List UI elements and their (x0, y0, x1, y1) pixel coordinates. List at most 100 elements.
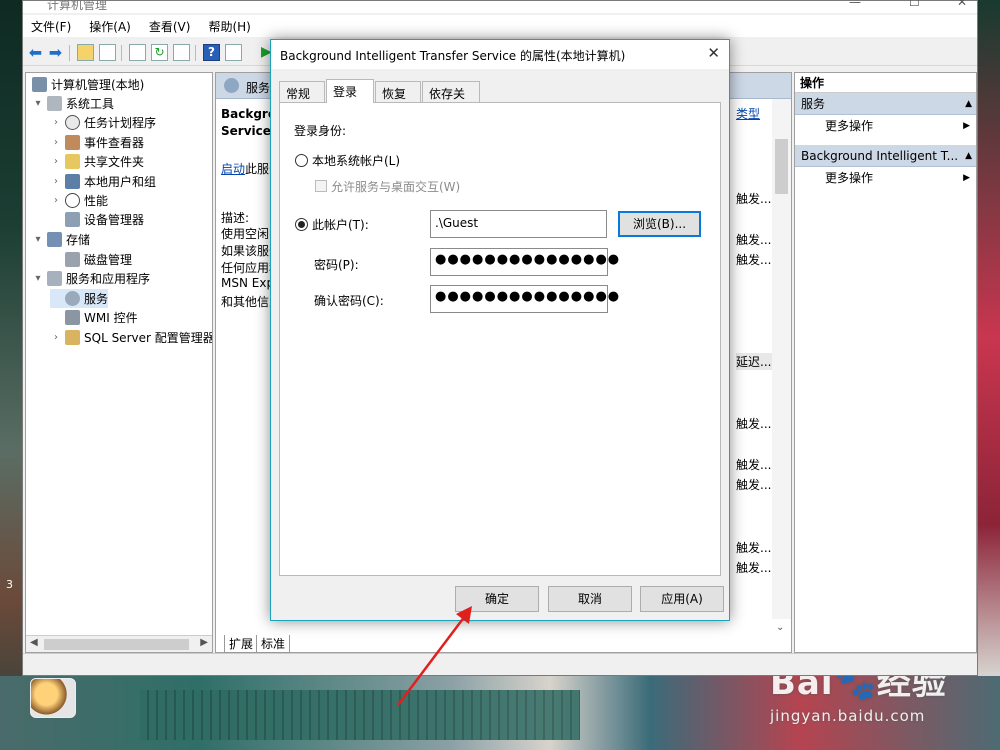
local-system-label[interactable]: 本地系统帐户(L) (312, 152, 400, 169)
tab-extended[interactable]: 扩展 (224, 635, 259, 653)
tree-item-sql-server[interactable]: › SQL Server 配置管理器 (50, 328, 212, 347)
maximize-button[interactable]: ☐ (909, 0, 920, 9)
scroll-down-icon[interactable]: ⌄ (776, 622, 784, 633)
startup-type-cell: 触发... (736, 458, 772, 472)
export-list-icon[interactable] (173, 44, 190, 61)
more-actions-bits[interactable]: 更多操作 ▶ (795, 167, 976, 189)
tab-recovery[interactable]: 恢复 (375, 81, 421, 102)
desktop-background-left (0, 0, 22, 750)
scroll-thumb[interactable] (44, 639, 189, 650)
gear-icon (224, 78, 239, 93)
toolbar-separator (195, 45, 196, 61)
dialog-titlebar: Background Intelligent Transfer Service … (271, 40, 729, 69)
expand-icon[interactable]: ▾ (32, 234, 44, 245)
scroll-left-icon[interactable]: ◀ (30, 637, 38, 648)
tab-dependencies[interactable]: 依存关系 (422, 81, 480, 118)
tools-icon (47, 96, 62, 111)
chevron-right-icon[interactable]: › (50, 137, 62, 148)
tab-general[interactable]: 常规 (279, 81, 325, 102)
status-bar (23, 653, 977, 675)
refresh-icon[interactable]: ↻ (151, 44, 168, 61)
tree-item-wmi-control[interactable]: WMI 控件 (50, 308, 138, 327)
actions-pane: 操作 服务 ▲ 更多操作 ▶ Background Intelligent T.… (794, 72, 977, 653)
local-system-radio[interactable] (295, 154, 308, 167)
actions-title: 操作 (795, 73, 976, 93)
event-log-icon (65, 135, 80, 150)
startup-type-cell: 触发... (736, 561, 772, 575)
collapse-up-icon[interactable]: ▲ (965, 145, 972, 166)
startup-type-cell: 延迟... (736, 353, 772, 370)
tree-horizontal-scrollbar[interactable]: ◀ ▶ (26, 635, 212, 652)
description-line: MSN Exp (221, 276, 275, 290)
cancel-button[interactable]: 取消 (548, 586, 632, 612)
chevron-right-icon[interactable]: › (50, 156, 62, 167)
startup-type-cell: 触发... (736, 541, 772, 555)
tree-item-computer-management[interactable]: 计算机管理(本地) (28, 75, 144, 94)
password-input[interactable]: ●●●●●●●●●●●●●●● (430, 248, 619, 276)
chevron-right-icon[interactable]: › (50, 332, 62, 343)
menu-file[interactable]: 文件(F) (31, 18, 71, 35)
tree-item-services-applications[interactable]: ▾ 服务和应用程序 (32, 269, 150, 288)
confirm-password-label: 确认密码(C): (314, 294, 384, 308)
device-manager-icon (65, 212, 80, 227)
column-header-startup-type[interactable]: 类型 (736, 105, 760, 122)
tree-item-storage[interactable]: ▾ 存储 (32, 230, 90, 249)
confirm-password-input[interactable]: ●●●●●●●●●●●●●●● (430, 285, 619, 313)
forward-arrow-icon[interactable]: ➡ (47, 44, 64, 61)
more-actions-services[interactable]: 更多操作 ▶ (795, 115, 976, 137)
properties-icon[interactable] (129, 44, 146, 61)
this-account-radio[interactable] (295, 218, 308, 231)
services-vertical-scrollbar[interactable]: ⌄ (772, 99, 791, 633)
close-button[interactable]: ✕ (957, 0, 967, 9)
tree-item-device-manager[interactable]: 设备管理器 (50, 210, 144, 229)
browse-button[interactable]: 浏览(B)... (618, 211, 701, 237)
menu-action[interactable]: 操作(A) (89, 18, 131, 35)
chevron-right-icon[interactable]: › (50, 176, 62, 187)
actions-section-bits[interactable]: Background Intelligent T... ▲ (795, 145, 976, 167)
minimize-button[interactable]: — (849, 0, 861, 9)
computer-icon (32, 77, 47, 92)
storage-icon (47, 232, 62, 247)
account-input[interactable]: .\Guest (430, 210, 607, 238)
toolbar-separator (69, 45, 70, 61)
show-tree-icon[interactable] (99, 44, 116, 61)
chevron-right-icon[interactable]: › (50, 195, 62, 206)
action-pane-icon[interactable] (225, 44, 242, 61)
dialog-close-icon[interactable]: ✕ (707, 44, 720, 62)
dialog-title: Background Intelligent Transfer Service … (280, 49, 626, 63)
scroll-thumb[interactable] (775, 139, 788, 194)
sql-server-icon (65, 330, 80, 345)
desktop-app-icon[interactable] (30, 678, 76, 718)
scroll-right-icon[interactable]: ▶ (200, 637, 208, 648)
window-title: 计算机管理 (47, 0, 108, 12)
collapse-up-icon[interactable]: ▲ (965, 93, 972, 114)
startup-type-cell: 触发... (736, 478, 772, 492)
tree-item-shared-folders[interactable]: › 共享文件夹 (50, 152, 144, 171)
tab-logon[interactable]: 登录 (326, 79, 374, 103)
expand-icon[interactable]: ▾ (32, 273, 44, 284)
users-icon (65, 174, 80, 189)
tree-item-system-tools[interactable]: ▾ 系统工具 (32, 94, 114, 113)
ok-button[interactable]: 确定 (455, 586, 539, 612)
start-service-link[interactable]: 启动 (221, 162, 245, 176)
tree-item-performance[interactable]: › 性能 (50, 191, 108, 210)
menu-view[interactable]: 查看(V) (149, 18, 191, 35)
chevron-right-icon[interactable]: › (50, 117, 62, 128)
actions-section-services[interactable]: 服务 ▲ (795, 93, 976, 115)
tab-standard[interactable]: 标准 (256, 635, 291, 653)
back-arrow-icon[interactable]: ⬅ (27, 44, 44, 61)
menu-help[interactable]: 帮助(H) (208, 18, 250, 35)
help-icon[interactable]: ? (203, 44, 220, 61)
tree-item-disk-management[interactable]: 磁盘管理 (50, 250, 132, 269)
tree-item-local-users-groups[interactable]: › 本地用户和组 (50, 172, 156, 191)
tree-item-services[interactable]: 服务 (50, 289, 109, 308)
tree-item-task-scheduler[interactable]: › 任务计划程序 (50, 113, 156, 132)
allow-desktop-checkbox[interactable] (315, 180, 327, 192)
expand-icon[interactable]: ▾ (32, 98, 44, 109)
wmi-icon (65, 310, 80, 325)
this-account-label[interactable]: 此帐户(T): (312, 216, 369, 233)
up-folder-icon[interactable] (77, 44, 94, 61)
tree-item-event-viewer[interactable]: › 事件查看器 (50, 133, 144, 152)
apply-button[interactable]: 应用(A) (640, 586, 724, 612)
logon-as-label: 登录身份: (294, 124, 347, 138)
